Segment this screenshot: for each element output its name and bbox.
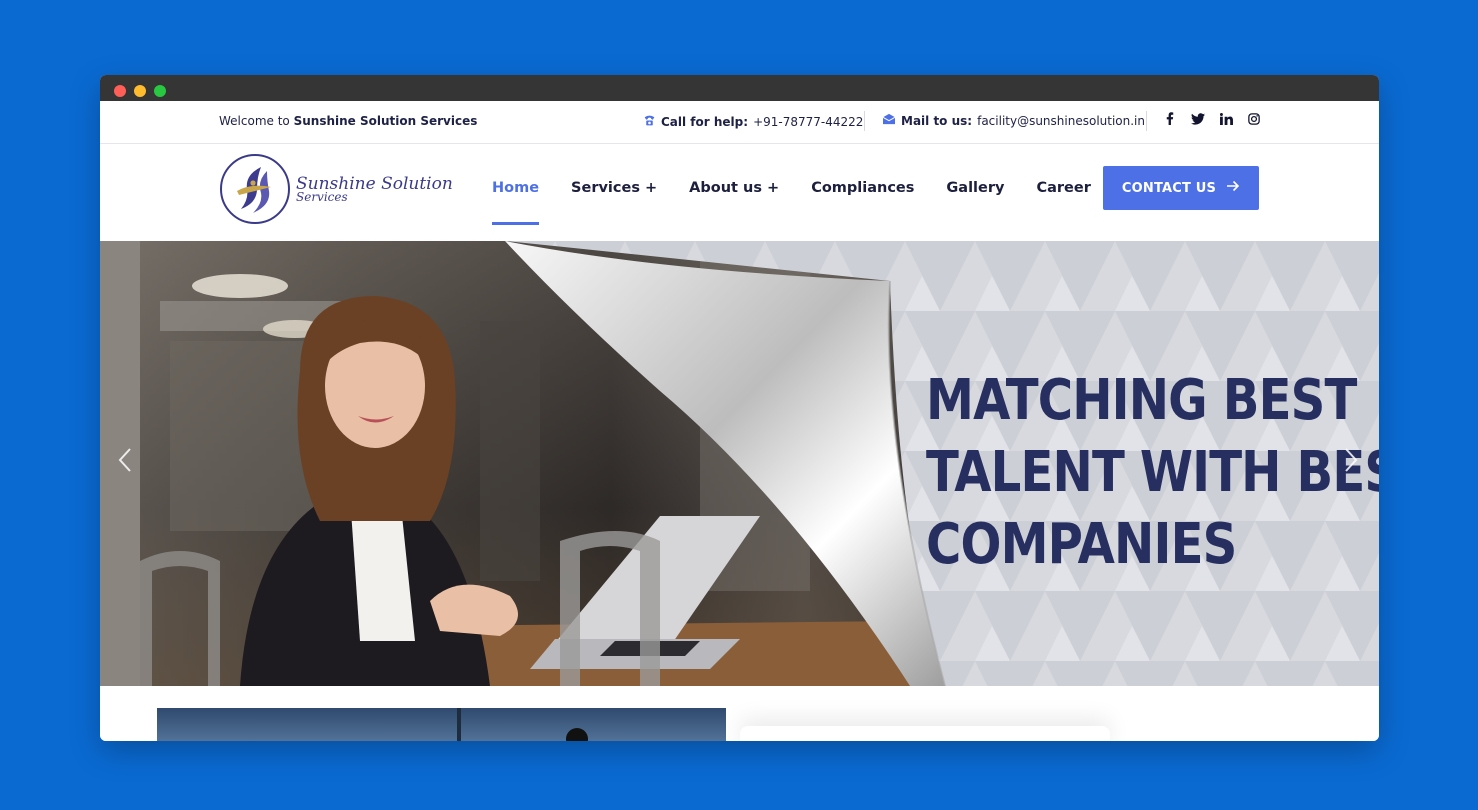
contact-us-button[interactable]: CONTACT US — [1103, 166, 1259, 210]
help-label: Call for help: — [661, 115, 749, 129]
mail-contact[interactable]: Mail to us: facility@sunshinesolution.in — [882, 113, 1145, 128]
slider-next-icon[interactable] — [1344, 446, 1358, 481]
linkedin-icon[interactable] — [1219, 112, 1233, 125]
content-section — [100, 686, 1379, 741]
welcome-brand: Sunshine Solution Services — [293, 114, 478, 128]
minimize-window-button[interactable] — [134, 85, 146, 97]
nav-gallery[interactable]: Gallery — [946, 180, 1004, 196]
hero-heading: MATCHING BEST TALENT WITH BEST COMPANIES — [926, 365, 1379, 581]
nav-services[interactable]: Services + — [571, 180, 657, 196]
help-phone[interactable]: +91-78777-44222 — [753, 115, 863, 129]
hero-slider: MATCHING BEST TALENT WITH BEST COMPANIES — [100, 241, 1379, 686]
main-nav: Home Services + About us + Compliances G… — [492, 180, 1123, 225]
divider — [1146, 111, 1147, 131]
nav-about-us[interactable]: About us + — [689, 180, 779, 196]
slider-prev-icon[interactable] — [118, 446, 132, 481]
section-image — [157, 708, 726, 741]
mail-label: Mail to us: — [901, 113, 973, 128]
nav-compliances[interactable]: Compliances — [811, 180, 914, 196]
site-logo[interactable]: Sunshine Solution Services — [220, 154, 453, 224]
image-detail — [457, 708, 461, 741]
divider — [864, 111, 865, 131]
nav-home[interactable]: Home — [492, 180, 540, 225]
top-bar: Welcome to Sunshine Solution Services Ca… — [100, 101, 1379, 144]
logo-wordmark: Sunshine Solution Services — [296, 175, 453, 203]
mail-email[interactable]: facility@sunshinesolution.in — [977, 114, 1145, 128]
welcome-text: Welcome to Sunshine Solution Services — [219, 114, 477, 128]
window-chrome — [100, 75, 1379, 101]
close-window-button[interactable] — [114, 85, 126, 97]
hero-heading-line1: MATCHING BEST — [926, 368, 1357, 433]
arrow-right-icon — [1226, 180, 1240, 196]
facebook-icon[interactable] — [1163, 112, 1177, 125]
hero-heading-line3: COMPANIES — [926, 512, 1237, 577]
help-contact[interactable]: Call for help: +91-78777-44222 — [643, 114, 863, 130]
logo-emblem — [220, 154, 290, 224]
mail-icon — [882, 113, 896, 128]
image-detail — [566, 728, 588, 741]
welcome-prefix: Welcome to — [219, 114, 290, 128]
social-links — [1163, 112, 1261, 125]
hero-heading-line2: TALENT WITH BEST — [926, 440, 1379, 505]
nav-career[interactable]: Career — [1036, 180, 1090, 196]
browser-window: Welcome to Sunshine Solution Services Ca… — [100, 75, 1379, 741]
contact-us-label: CONTACT US — [1121, 180, 1217, 196]
phone-icon — [643, 114, 656, 130]
maximize-window-button[interactable] — [154, 85, 166, 97]
twitter-icon[interactable] — [1191, 112, 1205, 125]
content-card — [740, 726, 1110, 741]
instagram-icon[interactable] — [1247, 112, 1261, 125]
site-header: Sunshine Solution Services Home Services… — [100, 144, 1379, 241]
